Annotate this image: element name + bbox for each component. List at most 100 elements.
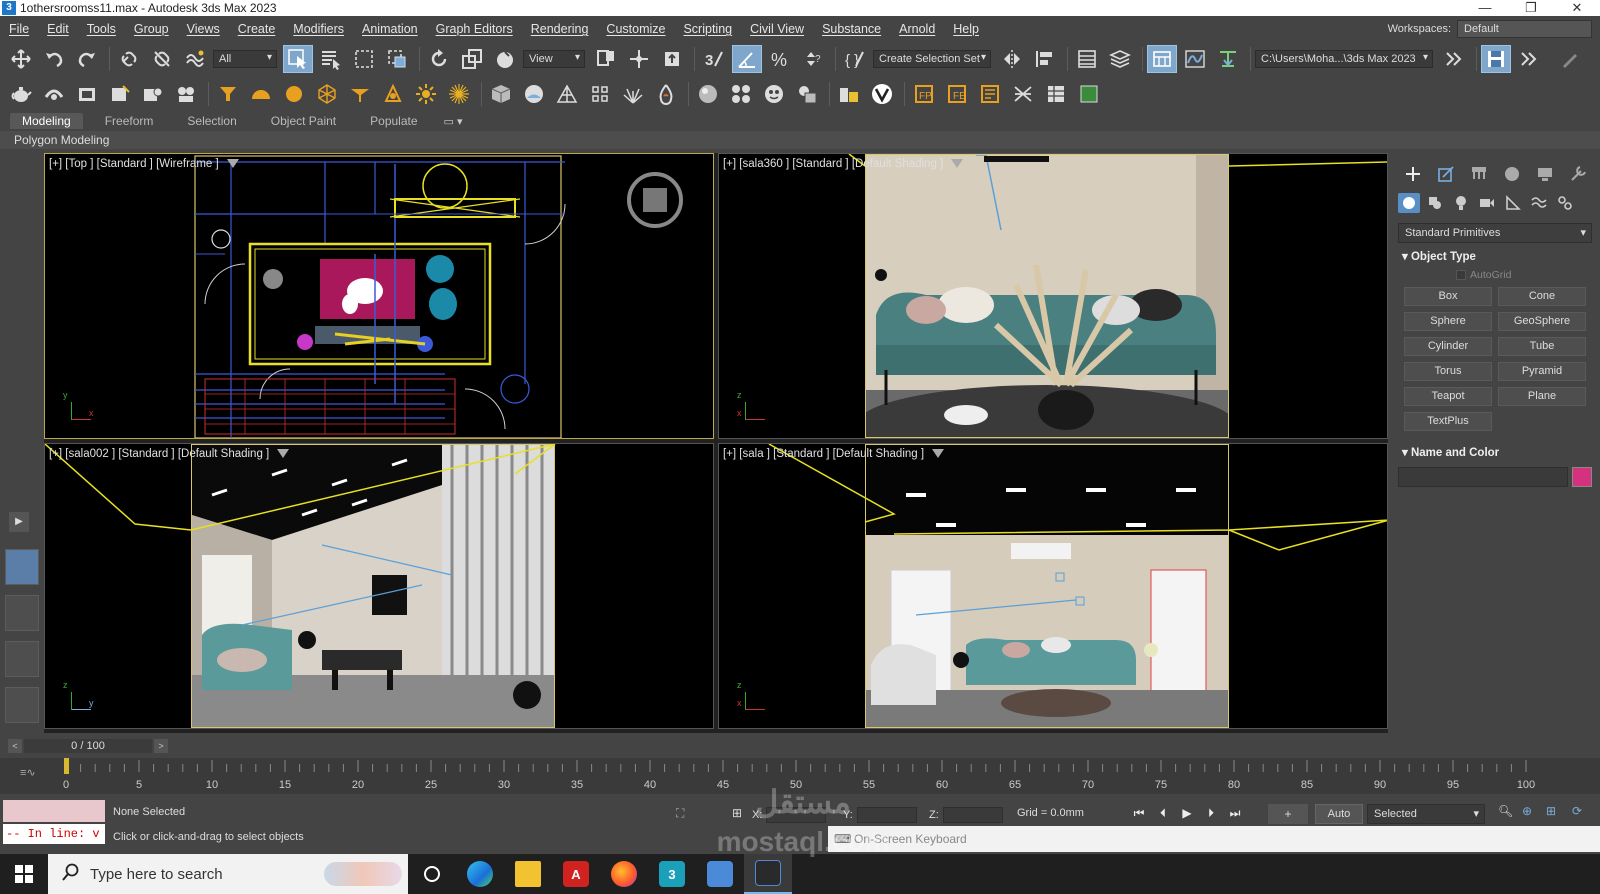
angle-snap-icon[interactable] [732,45,762,73]
arnold-light-icon[interactable] [213,80,243,108]
batch-render-icon[interactable] [834,80,864,108]
maxscript-listener-mini[interactable] [3,800,105,822]
x-field[interactable] [766,807,827,823]
render-to-texture-icon[interactable] [792,80,822,108]
textplus-button[interactable]: TextPlus [1404,412,1492,431]
tab-populate[interactable]: Populate [358,113,429,129]
fluid-icon[interactable] [651,80,681,108]
compact-material-icon[interactable] [759,80,789,108]
menu-animation[interactable]: Animation [353,22,427,36]
teapot-icon[interactable] [6,80,36,108]
arnold-skydome-icon[interactable] [246,80,276,108]
hierarchy-tab-icon[interactable] [1469,165,1489,183]
layout-single-icon[interactable] [5,687,39,723]
menu-substance[interactable]: Substance [813,22,890,36]
window-crossing-icon[interactable] [382,45,412,73]
menu-group[interactable]: Group [125,22,178,36]
geosphere-button[interactable]: GeoSphere [1498,312,1586,331]
unlink-icon[interactable] [147,45,177,73]
display-tab-icon[interactable] [1535,165,1555,183]
pyramid-button[interactable]: Pyramid [1498,362,1586,381]
box-primitive-icon[interactable] [486,80,516,108]
go-to-start-icon[interactable]: ⏮ [1130,804,1148,822]
viewport-top-label[interactable]: [+] [Top ] [Standard ] [Wireframe ] [49,158,239,170]
autogrid-checkbox[interactable]: AutoGrid [1456,269,1600,281]
modify-tab-icon[interactable] [1436,165,1456,183]
3dsmax-taskbar-icon[interactable]: 3 [648,854,696,894]
on-screen-keyboard-tooltip[interactable]: ⌨ On-Screen Keyboard [828,826,1600,852]
render-frame-icon[interactable] [72,80,102,108]
sun-icon[interactable] [411,80,441,108]
material-sphere-icon[interactable] [693,80,723,108]
viewport-top[interactable]: [+] [Top ] [Standard ] [Wireframe ] y x [44,153,714,439]
snaps-toggle-icon[interactable]: 3 [699,45,729,73]
key-filter-dropdown[interactable]: Selected [1367,804,1485,824]
y-field[interactable] [856,807,917,823]
object-type-rollout-title[interactable]: ▾ Object Type [1398,249,1592,263]
layout-three-icon[interactable] [5,641,39,677]
layout-four-icon[interactable] [5,549,39,585]
viewport-sala-label[interactable]: [+] [sala ] [Standard ] [Default Shading… [723,448,945,460]
menu-rendering[interactable]: Rendering [522,22,598,36]
edge-icon[interactable] [456,854,504,894]
menu-tools[interactable]: Tools [78,22,125,36]
primitive-category-dropdown[interactable]: Standard Primitives [1398,223,1592,243]
sphere-button[interactable]: Sphere [1404,312,1492,331]
time-slider-next-icon[interactable]: > [154,739,168,753]
zoom-all-icon[interactable]: ⊕ [1522,804,1532,818]
viewport-sala002-label[interactable]: [+] [sala002 ] [Standard ] [Default Shad… [49,448,290,460]
windows-start-icon[interactable] [0,854,48,894]
toggle-ribbon-icon[interactable] [1147,45,1177,73]
scene-explorer-icon[interactable] [1072,45,1102,73]
menu-edit[interactable]: Edit [38,22,78,36]
isolate-selection-icon[interactable]: ⛶ [676,806,684,821]
edit-named-selection-icon[interactable]: { } [840,45,870,73]
menu-file[interactable]: File [0,22,38,36]
3dsmax-app-icon[interactable]: 3 [2,1,16,15]
space-warps-icon[interactable] [1528,193,1550,213]
schematic-view-icon[interactable] [1213,45,1243,73]
menu-scripting[interactable]: Scripting [674,22,741,36]
menu-modifiers[interactable]: Modifiers [284,22,353,36]
viewport-sala[interactable]: [+] [sala ] [Standard ] [Default Shading… [718,443,1388,729]
layer-explorer-icon[interactable] [1105,45,1135,73]
acrobat-icon[interactable]: A [552,854,600,894]
named-selection-dropdown[interactable]: Create Selection Set [873,50,991,68]
menu-create[interactable]: Create [229,22,285,36]
time-slider-prev-icon[interactable]: < [8,739,22,753]
link-icon[interactable] [114,45,144,73]
tube-button[interactable]: Tube [1498,337,1586,356]
maxscript-input[interactable]: -- In line: v [3,824,105,844]
curve-editor-icon[interactable] [1180,45,1210,73]
toolbar-overflow-icon[interactable] [1439,45,1469,73]
track-bar-scale[interactable]: 0 5 10 15 20 25 30 35 40 45 50 55 60 65 70 75 80 85 90 95 10… [62,758,1542,794]
auto-key-button[interactable]: Auto [1315,804,1363,824]
substance-pen-icon[interactable] [1555,45,1585,73]
create-tab-icon[interactable] [1403,165,1423,183]
sunburst-icon[interactable] [444,80,474,108]
menu-customize[interactable]: Customize [597,22,674,36]
viewport-sala360[interactable]: [+] [sala360 ] [Standard ] [Default Shad… [718,153,1388,439]
forest-library-icon[interactable] [975,80,1005,108]
tab-selection[interactable]: Selection [175,113,248,129]
go-to-end-icon[interactable]: ⏭ [1226,804,1244,822]
ribbon-panel-polygon-modeling[interactable]: Polygon Modeling [0,131,1600,149]
minimize-icon[interactable]: — [1462,0,1508,16]
selection-lock-icon[interactable]: ⊞ [732,806,742,820]
viewport-sala360-label[interactable]: [+] [sala360 ] [Standard ] [Default Shad… [723,158,964,170]
cylinder-button[interactable]: Cylinder [1404,337,1492,356]
keyboard-shortcut-override-icon[interactable] [657,45,687,73]
hair-fur-icon[interactable] [618,80,648,108]
filter-icon[interactable] [277,449,290,459]
percent-snap-icon[interactable]: % [765,45,795,73]
viewport-sala002[interactable]: [+] [sala002 ] [Standard ] [Default Shad… [44,443,714,729]
set-key-icon[interactable]: + [1268,804,1308,824]
arnold-mesh-light-icon[interactable] [378,80,408,108]
select-by-name-icon[interactable] [316,45,346,73]
viewcube-icon[interactable] [627,172,683,228]
render-production-icon[interactable] [105,80,135,108]
menu-help[interactable]: Help [944,22,988,36]
spinner-snap-icon[interactable]: ? [798,45,828,73]
rotate-icon[interactable] [424,45,454,73]
toolbar-overflow-2-icon[interactable] [1514,45,1544,73]
